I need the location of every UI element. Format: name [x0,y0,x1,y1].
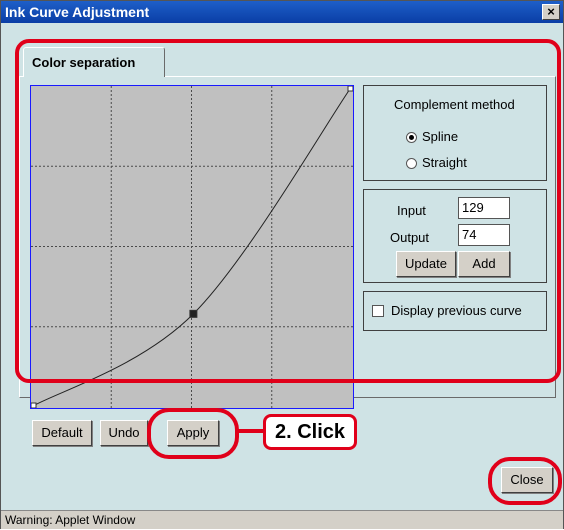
display-previous-label[interactable]: Display previous curve [391,303,522,318]
output-field[interactable]: 74 [458,224,510,246]
grid-lines [31,86,353,408]
update-button[interactable]: Update [396,251,456,277]
apply-button[interactable]: Apply [167,420,219,446]
default-button[interactable]: Default [32,420,92,446]
close-icon[interactable]: × [542,4,560,20]
point-edit-group: Input 129 Output 74 Update Add [363,189,547,283]
callout-label: 2. Click [263,414,357,450]
title-bar: Ink Curve Adjustment × [1,1,563,23]
input-label: Input [397,203,426,218]
straight-label[interactable]: Straight [422,155,467,170]
radio-icon[interactable] [406,158,417,169]
spline-label[interactable]: Spline [422,129,458,144]
curve-graph[interactable] [30,85,354,409]
complement-method-title: Complement method [394,97,515,112]
output-label: Output [390,230,430,245]
control-point[interactable] [31,402,37,408]
callout-connector [237,429,264,433]
ink-curve-window: Ink Curve Adjustment × Color separation … [0,0,564,529]
display-previous-group: Display previous curve [363,291,547,331]
control-point[interactable] [347,86,353,92]
checkbox-icon[interactable] [372,305,384,317]
input-field[interactable]: 129 [458,197,510,219]
tab-color-separation[interactable]: Color separation [23,47,165,77]
undo-button[interactable]: Undo [100,420,148,446]
window-title: Ink Curve Adjustment [5,4,150,20]
control-point[interactable] [189,309,198,318]
complement-method-group: Complement method Spline Straight [363,85,547,181]
close-button[interactable]: Close [501,467,553,493]
curve-canvas[interactable] [31,86,353,408]
status-bar: Warning: Applet Window [1,510,563,529]
radio-icon[interactable] [406,132,417,143]
add-button[interactable]: Add [458,251,510,277]
